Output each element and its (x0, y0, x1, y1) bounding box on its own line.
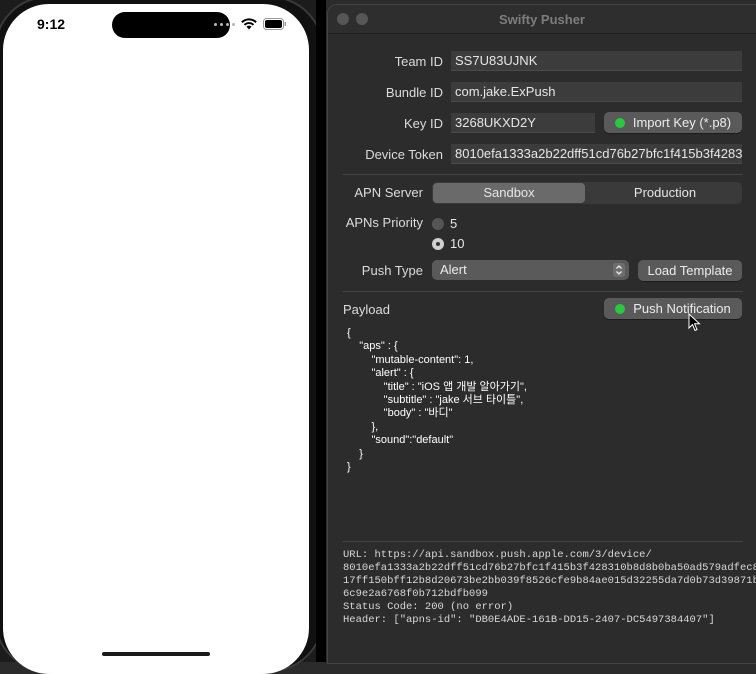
chevron-up-down-icon (613, 263, 625, 277)
status-indicator-icon (615, 304, 626, 314)
priority-option-label: 5 (450, 216, 458, 231)
apns-priority-label: APNs Priority (345, 215, 423, 230)
status-time: 9:12 (37, 16, 66, 32)
load-template-button[interactable]: Load Template (638, 260, 742, 281)
bundle-id-field[interactable]: com.jake.ExPush (451, 82, 742, 102)
team-id-label: Team ID (394, 54, 443, 69)
payload-editor[interactable]: { "aps" : { "mutable-content": 1, "alert… (347, 327, 747, 474)
apn-server-option-sandbox[interactable]: Sandbox (433, 183, 585, 203)
status-indicator-icon (614, 118, 625, 128)
response-log: URL: https://api.sandbox.push.apple.com/… (343, 549, 756, 626)
key-id-label: Key ID (403, 116, 443, 131)
title-bar: Swifty Pusher (328, 5, 756, 34)
device-token-field[interactable]: 8010efa1333a2b22dff51cd76b27bfc1f415b3f4… (451, 144, 742, 164)
priority-option-label: 10 (450, 236, 465, 251)
home-indicator (102, 652, 210, 656)
apn-server-option-production[interactable]: Production (588, 182, 742, 204)
simulator-edge (316, 0, 326, 662)
key-id-field[interactable]: 3268UKXD2Y (451, 113, 595, 133)
divider (343, 291, 743, 292)
radio-button-icon (432, 217, 444, 230)
divider (343, 541, 743, 542)
dynamic-island (112, 12, 230, 38)
window-title: Swifty Pusher (499, 12, 585, 27)
push-notification-label: Push Notification (633, 301, 731, 316)
push-type-label: Push Type (361, 263, 423, 278)
push-type-value: Alert (440, 262, 467, 277)
apn-server-segmented-control: Sandbox Production (432, 182, 742, 204)
iphone-screen[interactable]: 9:12 (3, 4, 309, 674)
iphone-frame: 9:12 (0, 0, 324, 674)
radio-button-selected-icon (432, 237, 444, 250)
divider (343, 174, 743, 175)
apn-server-label: APN Server (354, 185, 423, 200)
swifty-pusher-window: Swifty Pusher Team ID SS7U83UJNK Bundle … (327, 4, 756, 664)
bundle-id-label: Bundle ID (385, 85, 443, 100)
import-key-button[interactable]: Import Key (*.p8) (604, 112, 742, 133)
status-icons (214, 18, 287, 30)
wifi-icon (241, 18, 257, 30)
payload-label: Payload (343, 302, 390, 317)
import-key-label: Import Key (*.p8) (632, 115, 732, 130)
priority-option-10[interactable]: 10 (432, 236, 464, 251)
priority-option-5[interactable]: 5 (432, 216, 457, 231)
push-type-select[interactable]: Alert (432, 260, 629, 280)
device-token-label: Device Token (365, 147, 443, 162)
cellular-signal-icon (214, 22, 235, 26)
push-notification-button[interactable]: Push Notification (604, 298, 742, 319)
team-id-field[interactable]: SS7U83UJNK (451, 51, 742, 71)
battery-icon (263, 18, 286, 30)
